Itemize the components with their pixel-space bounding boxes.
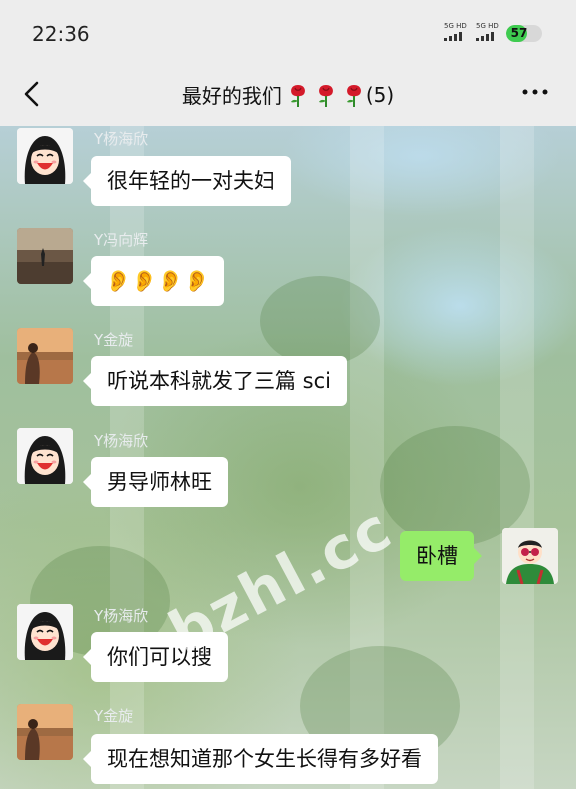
signal-label-1: 5G HD <box>444 22 467 30</box>
message-bubble[interactable]: 很年轻的一对夫妇 <box>83 156 291 206</box>
rose-icon <box>290 84 305 107</box>
sunset-portrait-avatar-icon <box>17 328 73 384</box>
signal-label-2: 5G HD <box>476 22 499 30</box>
avatar[interactable] <box>17 704 73 760</box>
signal-indicator-1: 5G HD <box>444 22 467 41</box>
message-bubble[interactable]: 👂👂👂👂 <box>83 256 224 306</box>
more-dots-icon[interactable] <box>520 82 550 102</box>
avatar[interactable] <box>17 604 73 660</box>
chat-title: 最好的我们 (5) <box>0 80 576 109</box>
message-bubble[interactable]: 男导师林旺 <box>83 457 228 507</box>
message-bubble[interactable]: 现在想知道那个女生长得有多好看 <box>83 734 438 784</box>
status-bar: 22:36 5G HD 5G HD 57 <box>0 0 576 64</box>
cartoon-girl-avatar-icon <box>17 128 73 184</box>
cartoon-boy-avatar-icon <box>502 528 558 584</box>
sender-name: Y杨海欣 <box>94 607 149 625</box>
sender-name: Y杨海欣 <box>94 130 149 148</box>
message-bubble-outgoing[interactable]: 卧槽 <box>400 531 482 581</box>
message-bubble[interactable]: 听说本科就发了三篇 sci <box>83 356 347 406</box>
group-name: 最好的我们 <box>181 84 282 108</box>
avatar-self[interactable] <box>502 528 558 584</box>
chat-message-list[interactable]: Y杨海欣 很年轻的一对夫妇 Y冯向辉 👂👂👂👂 Y金旋 听说本科就发了三篇 sc… <box>0 126 576 789</box>
landscape-avatar-icon <box>17 228 73 284</box>
chat-header: 最好的我们 (5) <box>0 64 576 126</box>
background-decoration <box>260 276 380 366</box>
cartoon-girl-avatar-icon <box>17 604 73 660</box>
member-count: (5) <box>365 82 395 107</box>
rose-icon <box>346 84 361 107</box>
sender-name: Y冯向辉 <box>94 231 149 249</box>
avatar[interactable] <box>17 328 73 384</box>
sender-name: Y金旋 <box>94 707 134 725</box>
rose-icons <box>286 82 366 108</box>
status-time: 22:36 <box>32 22 90 46</box>
rose-icon <box>318 84 333 107</box>
avatar[interactable] <box>17 428 73 484</box>
sender-name: Y杨海欣 <box>94 432 149 450</box>
avatar[interactable] <box>17 128 73 184</box>
sender-name: Y金旋 <box>94 331 134 349</box>
battery-indicator: 57 <box>506 25 542 42</box>
sunset-portrait-avatar-icon <box>17 704 73 760</box>
signal-indicator-2: 5G HD <box>476 22 499 41</box>
battery-level: 57 <box>510 26 528 40</box>
cartoon-girl-avatar-icon <box>17 428 73 484</box>
avatar[interactable] <box>17 228 73 284</box>
